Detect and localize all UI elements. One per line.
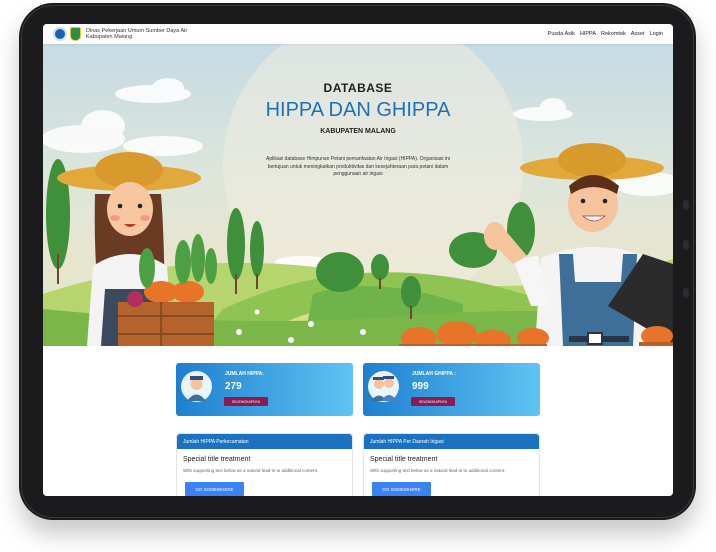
- go-somewhere-button[interactable]: GO SOMEWHERE: [372, 482, 431, 496]
- card-title: Special title treatment: [183, 456, 251, 463]
- brand-line-2: Kabupaten Malang: [86, 34, 133, 40]
- nav-link-hippa[interactable]: HIPPA: [580, 31, 596, 37]
- hero-title: HIPPA DAN GHIPPA: [265, 99, 451, 121]
- farmers-group-avatar-icon: [368, 371, 399, 402]
- nav-link-pusda-asik[interactable]: Pusda Asik: [548, 31, 575, 37]
- browser-screen: Dinas Pekerjaan Umum Sumber Daya Air Kab…: [43, 24, 673, 496]
- farmer-avatar-icon: [181, 371, 212, 402]
- card-hippa-perkecamatan: Jumlah HIPPA Perkecamatan Special title …: [176, 433, 353, 496]
- card-text: With supporting text below as a natural …: [370, 468, 506, 473]
- selengkapnya-button[interactable]: SELENGKAPNYA: [411, 397, 455, 406]
- stat-card-hippa: JUMLAH HIPPA: 279 SELENGKAPNYA: [176, 363, 353, 416]
- tablet-side-button: [683, 200, 689, 210]
- hero-description: Aplikasi database Himpunan Petani pemanf…: [266, 156, 450, 177]
- hero-eyebrow: DATABASE: [323, 81, 393, 95]
- stat-value: 999: [412, 381, 429, 392]
- nav-link-asset[interactable]: Asset: [631, 31, 645, 37]
- stat-card-ghippa: JUMLAH GHIPPA : 999 SELENGKAPNYA: [363, 363, 540, 416]
- card-header: Jumlah HIPPA Perkecamatan: [177, 434, 352, 449]
- top-navbar: Dinas Pekerjaan Umum Sumber Daya Air Kab…: [43, 24, 673, 44]
- nav-links: Pusda Asik HIPPA Rekomtek Asset Login: [548, 31, 663, 37]
- main-content: JUMLAH HIPPA: 279 SELENGKAPNYA JUMLAH GH…: [43, 346, 673, 496]
- hero-banner: DATABASE HIPPA DAN GHIPPA KABUPATEN MALA…: [43, 44, 673, 346]
- kabupaten-logo-icon: [70, 27, 81, 41]
- pu-logo-icon: [53, 27, 67, 41]
- stat-label: JUMLAH GHIPPA :: [412, 371, 456, 377]
- card-header: Jumlah HIPPA Per Daerah Irigasi: [364, 434, 539, 449]
- nav-link-rekomtek[interactable]: Rekomtek: [601, 31, 626, 37]
- tablet-side-button: [683, 288, 689, 298]
- hero-subtitle: KABUPATEN MALANG: [320, 128, 396, 135]
- nav-link-login[interactable]: Login: [650, 31, 663, 37]
- stat-label: JUMLAH HIPPA:: [225, 371, 264, 377]
- card-text: With supporting text below as a natural …: [183, 468, 319, 473]
- brand-text[interactable]: Dinas Pekerjaan Umum Sumber Daya Air Kab…: [86, 28, 187, 41]
- tablet-side-button: [683, 240, 689, 250]
- selengkapnya-button[interactable]: SELENGKAPNYA: [224, 397, 268, 406]
- card-title: Special title treatment: [370, 456, 438, 463]
- go-somewhere-button[interactable]: GO SOMEWHERE: [185, 482, 244, 496]
- stat-value: 279: [225, 381, 242, 392]
- card-hippa-per-daerah-irigasi: Jumlah HIPPA Per Daerah Irigasi Special …: [363, 433, 540, 496]
